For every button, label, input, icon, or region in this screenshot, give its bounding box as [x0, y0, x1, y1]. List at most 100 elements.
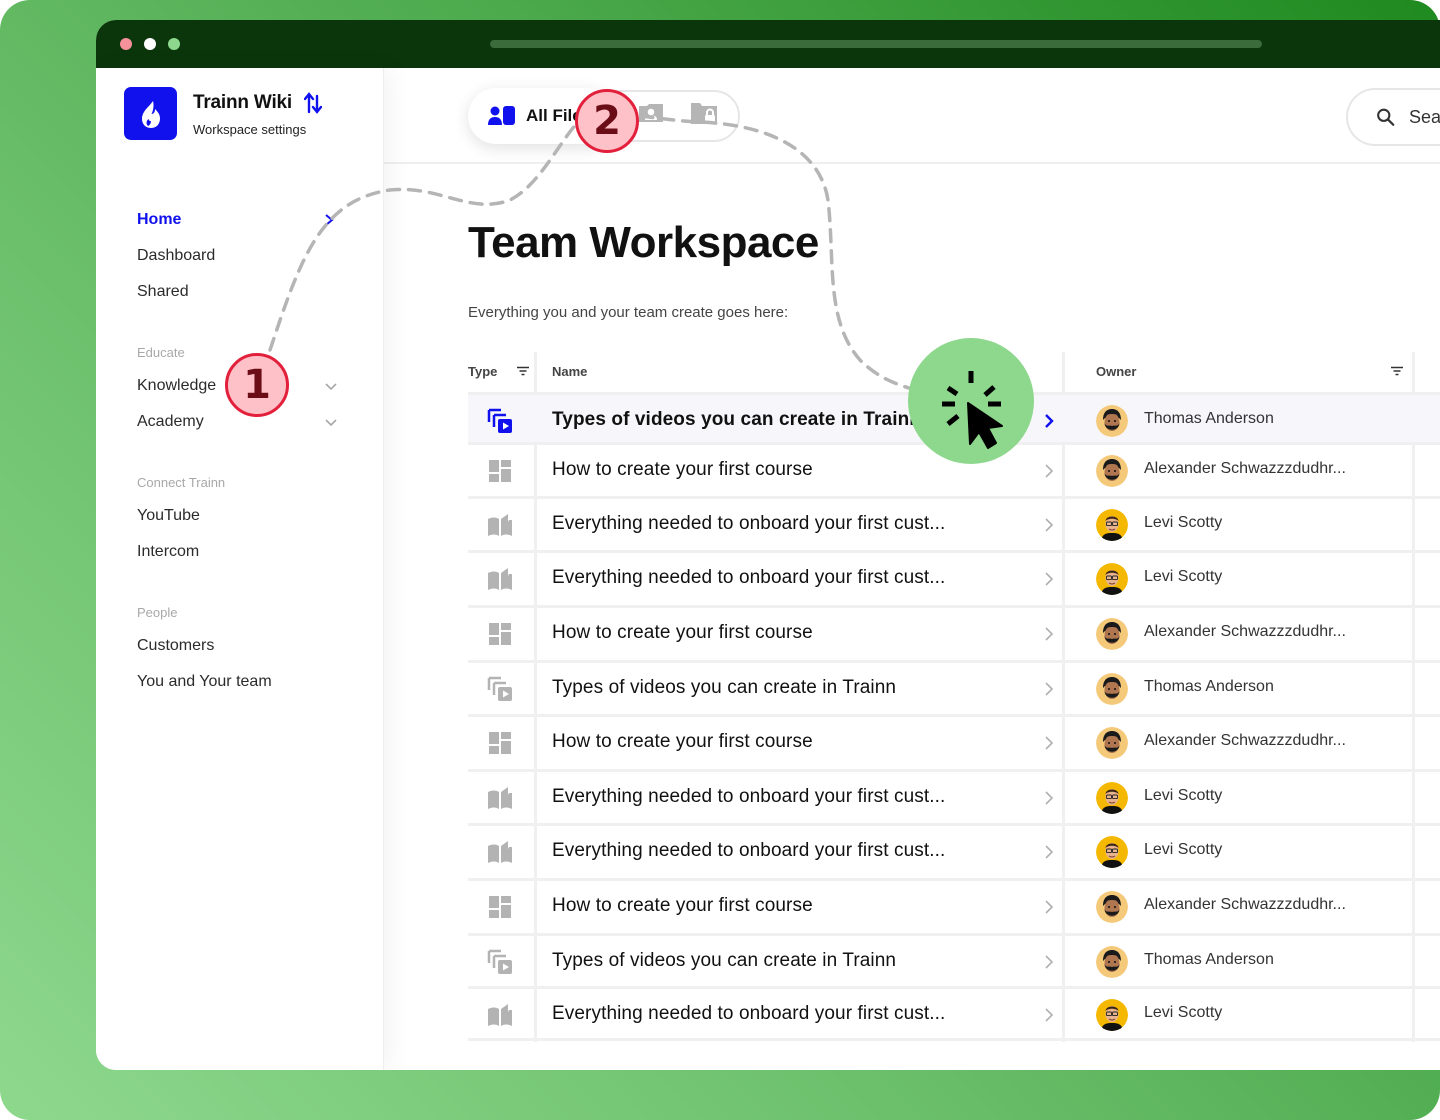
- chevron-down-icon[interactable]: [324, 418, 338, 428]
- brand-logo[interactable]: [124, 87, 177, 140]
- sidebar-item-shared[interactable]: Shared: [137, 283, 189, 301]
- guide-type-icon: [486, 511, 514, 539]
- table-row[interactable]: Everything needed to onboard your first …: [468, 986, 1440, 1038]
- table-row[interactable]: Everything needed to onboard your first …: [468, 823, 1440, 875]
- file-name[interactable]: Everything needed to onboard your first …: [552, 840, 945, 862]
- file-name[interactable]: How to create your first course: [552, 895, 813, 917]
- filter-icon[interactable]: [1390, 366, 1404, 376]
- section-connect-trainn: Connect Trainn: [137, 475, 226, 490]
- owner-name: Levi Scotty: [1144, 841, 1223, 858]
- chevron-right-icon[interactable]: [1044, 844, 1054, 860]
- table-row[interactable]: How to create your first course Alexande…: [468, 605, 1440, 657]
- sidebar-item-intercom[interactable]: Intercom: [137, 543, 199, 561]
- file-name[interactable]: Everything needed to onboard your first …: [552, 1003, 945, 1025]
- file-name[interactable]: Types of videos you can create in Trainn: [552, 950, 896, 972]
- video-type-icon: [486, 675, 514, 703]
- course-type-icon: [486, 620, 514, 648]
- chevron-right-icon[interactable]: [1044, 899, 1054, 915]
- chevron-right-icon[interactable]: [1044, 1007, 1054, 1023]
- owner-avatar: [1096, 946, 1128, 978]
- table-row[interactable]: Everything needed to onboard your first …: [468, 769, 1440, 821]
- sidebar-item-academy[interactable]: Academy: [137, 413, 204, 431]
- guide-type-icon: [486, 784, 514, 812]
- video-type-icon: [486, 948, 514, 976]
- sidebar-item-you-and-your-team[interactable]: You and Your team: [137, 673, 272, 691]
- maximize-window-button[interactable]: [168, 38, 180, 50]
- guide-type-icon: [486, 1001, 514, 1029]
- sidebar-item-dashboard[interactable]: Dashboard: [137, 247, 215, 265]
- column-header-owner[interactable]: Owner: [1096, 364, 1136, 379]
- owner-name: Levi Scotty: [1144, 568, 1223, 585]
- sidebar-item-customers[interactable]: Customers: [137, 637, 214, 655]
- page-title: Team Workspace: [468, 218, 819, 267]
- owner-avatar: [1096, 455, 1128, 487]
- click-indicator: [908, 338, 1034, 464]
- table-bottom-border: [468, 1038, 1440, 1041]
- chevron-down-icon[interactable]: [324, 382, 338, 392]
- workspace-settings-link[interactable]: Workspace settings: [193, 122, 306, 137]
- switch-workspace-icon[interactable]: [304, 92, 322, 114]
- chevron-right-icon[interactable]: [1044, 626, 1054, 642]
- app-window: Trainn Wiki Workspace settings Home Dash…: [96, 20, 1440, 1070]
- chevron-right-icon[interactable]: [1044, 735, 1054, 751]
- address-bar[interactable]: [490, 40, 1262, 48]
- owner-name: Levi Scotty: [1144, 514, 1223, 531]
- main-content: All Files Search Team Workspace Everythi…: [384, 68, 1440, 1070]
- chevron-right-icon: [325, 214, 334, 226]
- chevron-right-icon[interactable]: [1044, 954, 1054, 970]
- step-badge-1: 1: [225, 353, 289, 417]
- chevron-right-icon[interactable]: [1044, 463, 1054, 479]
- owner-avatar: [1096, 509, 1128, 541]
- close-window-button[interactable]: [120, 38, 132, 50]
- file-name[interactable]: Everything needed to onboard your first …: [552, 567, 945, 589]
- table-row[interactable]: Everything needed to onboard your first …: [468, 496, 1440, 548]
- file-name[interactable]: Types of videos you can create in Trainn: [552, 409, 921, 431]
- table-row[interactable]: How to create your first course Alexande…: [468, 878, 1440, 930]
- owner-avatar: [1096, 563, 1128, 595]
- chevron-right-icon[interactable]: [1044, 413, 1054, 429]
- file-name[interactable]: How to create your first course: [552, 731, 813, 753]
- owner-avatar: [1096, 999, 1128, 1031]
- owner-avatar: [1096, 405, 1128, 437]
- table-row[interactable]: How to create your first course Alexande…: [468, 714, 1440, 766]
- table-row[interactable]: Everything needed to onboard your first …: [468, 550, 1440, 602]
- chevron-right-icon[interactable]: [1044, 571, 1054, 587]
- owner-name: Thomas Anderson: [1144, 678, 1274, 695]
- owner-name: Levi Scotty: [1144, 787, 1223, 804]
- course-type-icon: [486, 457, 514, 485]
- workspace-name[interactable]: Trainn Wiki: [193, 92, 292, 114]
- chevron-right-icon[interactable]: [1044, 790, 1054, 806]
- owner-name: Thomas Anderson: [1144, 951, 1274, 968]
- page-subtitle: Everything you and your team create goes…: [468, 304, 789, 321]
- column-header-type[interactable]: Type: [468, 364, 497, 379]
- guide-type-icon: [486, 565, 514, 593]
- owner-name: Alexander Schwazzzdudhr...: [1144, 732, 1346, 749]
- owner-avatar: [1096, 891, 1128, 923]
- contact-folder-icon[interactable]: [638, 102, 664, 124]
- file-name[interactable]: Types of videos you can create in Trainn: [552, 677, 896, 699]
- file-name[interactable]: How to create your first course: [552, 622, 813, 644]
- sidebar: Trainn Wiki Workspace settings Home Dash…: [96, 68, 384, 1070]
- owner-name: Alexander Schwazzzdudhr...: [1144, 460, 1346, 477]
- minimize-window-button[interactable]: [144, 38, 156, 50]
- chevron-right-icon[interactable]: [1044, 517, 1054, 533]
- search-input[interactable]: Search: [1346, 88, 1440, 146]
- sidebar-item-knowledge[interactable]: Knowledge: [137, 377, 216, 395]
- table-row[interactable]: Types of videos you can create in Trainn…: [468, 933, 1440, 985]
- sidebar-item-youtube[interactable]: YouTube: [137, 507, 200, 525]
- filter-icon[interactable]: [516, 366, 530, 376]
- owner-avatar: [1096, 673, 1128, 705]
- step-badge-2: 2: [575, 89, 639, 153]
- table-row[interactable]: Types of videos you can create in Trainn…: [468, 660, 1440, 712]
- file-name[interactable]: Everything needed to onboard your first …: [552, 786, 945, 808]
- owner-avatar: [1096, 782, 1128, 814]
- window-titlebar: [96, 20, 1440, 68]
- column-header-name[interactable]: Name: [552, 364, 587, 379]
- file-name[interactable]: Everything needed to onboard your first …: [552, 513, 945, 535]
- file-name[interactable]: How to create your first course: [552, 459, 813, 481]
- search-placeholder: Search: [1408, 106, 1440, 127]
- chevron-right-icon[interactable]: [1044, 681, 1054, 697]
- sidebar-item-home[interactable]: Home: [137, 211, 181, 229]
- locked-folder-icon[interactable]: [690, 100, 720, 126]
- owner-name: Thomas Anderson: [1144, 410, 1274, 427]
